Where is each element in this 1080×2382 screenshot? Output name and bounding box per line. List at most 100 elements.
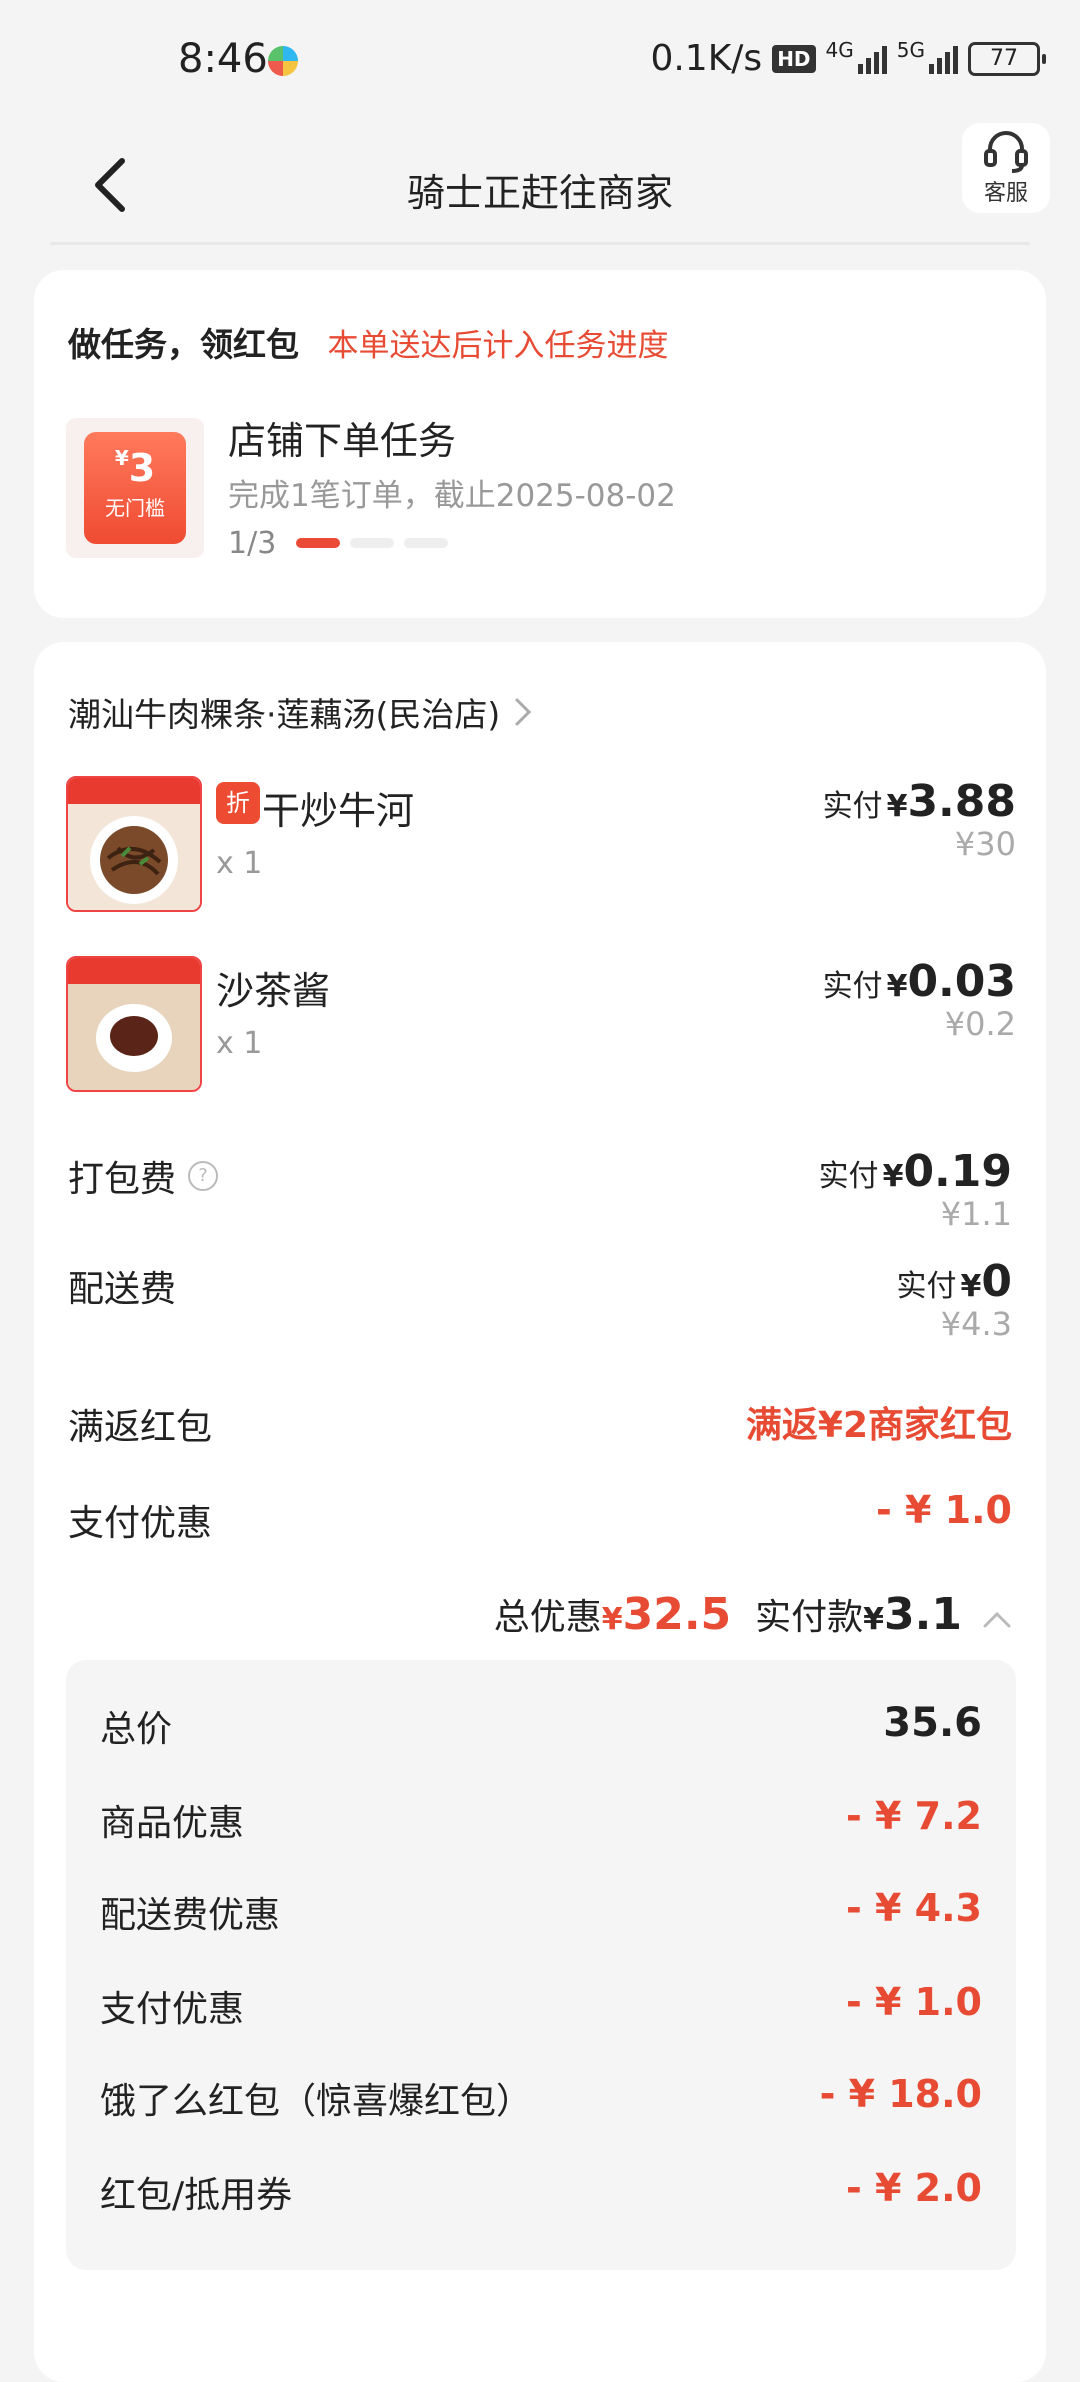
packing-fee-row: 打包费 ? [68, 1150, 219, 1202]
chevron-up-icon[interactable] [982, 1611, 1012, 1629]
paid-label: 实付 [896, 1269, 957, 1304]
shop-link[interactable]: 潮汕牛肉粿条·莲藕汤(民治店) [68, 688, 532, 736]
signal-icon-2 [929, 44, 958, 74]
item-name: 干炒牛河 [262, 789, 415, 833]
task-title: 做任务，领红包 [68, 325, 299, 364]
discount-tag: 折 [216, 782, 260, 824]
page-title: 骑士正赶往商家 [406, 171, 673, 215]
task-progress-bar [296, 538, 448, 548]
paid-amount: 0 [981, 1256, 1012, 1307]
paid-label: 实付 [822, 789, 883, 824]
item-quantity: x 1 [216, 846, 263, 881]
delivery-fee-label: 配送费 [68, 1269, 177, 1310]
task-progress-text: 1/3 [228, 526, 277, 561]
original-price: ¥0.2 [944, 1005, 1016, 1043]
packing-fee-price: 实付 ¥0.19 ¥1.1 [819, 1146, 1012, 1233]
currency-symbol: ¥ [601, 1602, 623, 1637]
total-discount-value: 32.5 [622, 1589, 732, 1640]
original-price: ¥1.1 [940, 1195, 1012, 1233]
customer-service-label: 客服 [983, 181, 1028, 206]
cashback-value: 满返¥2商家红包 [745, 1405, 1012, 1446]
item-quantity: x 1 [216, 1026, 263, 1061]
network-speed: 0.1K/s [650, 38, 763, 79]
order-card: 潮汕牛肉粿条·莲藕汤(民治店) 折 干炒牛河 x 1 实付¥3.88 ¥30 [34, 642, 1046, 2382]
battery-icon: 77 [968, 41, 1046, 76]
task-card[interactable]: 做任务，领红包 本单送达后计入任务进度 ¥3 无门槛 店铺下单任务 完成1笔订单… [34, 270, 1046, 618]
packing-fee-label: 打包费 [68, 1159, 177, 1200]
header: 骑士正赶往商家 客服 [0, 120, 1080, 250]
network-5g-label: 5G [896, 38, 925, 62]
status-bar: 8:46 0.1K/s HD 4G 5G 77 [0, 0, 1080, 120]
price-breakdown: 总价 35.6 商品优惠 - ¥ 7.2 配送费优惠 - ¥ 4.3 支付优惠 … [66, 1660, 1016, 2270]
shop-name: 潮汕牛肉粿条·莲藕汤(民治店) [68, 695, 501, 734]
chevron-right-icon [515, 698, 532, 726]
original-price: ¥30 [954, 825, 1016, 863]
paid-total-label: 实付款 [755, 1597, 864, 1638]
cashback-label: 满返红包 [68, 1407, 213, 1448]
order-summary[interactable]: 总优惠 ¥ 32.5 实付款 ¥ 3.1 [494, 1588, 1012, 1640]
help-icon[interactable]: ? [188, 1161, 219, 1191]
paid-label: 实付 [822, 969, 883, 1004]
breakdown-value: - ¥ 18.0 [819, 2072, 982, 2116]
paid-amount: 0.03 [907, 956, 1016, 1007]
item-image [66, 776, 202, 912]
currency-symbol: ¥ [886, 789, 908, 824]
paid-label: 实付 [818, 1159, 879, 1194]
pay-discount-label: 支付优惠 [68, 1503, 213, 1544]
item-image [66, 956, 202, 1092]
task-description: 完成1笔订单，截止2025-08-02 [228, 478, 676, 514]
breakdown-row: 总价 35.6 [100, 1700, 982, 1760]
paid-amount: 3.88 [907, 776, 1016, 827]
status-indicators: 0.1K/s HD 4G 5G 77 [650, 38, 1046, 79]
network-4g-label: 4G [825, 38, 854, 62]
coupon-badge: ¥3 无门槛 [66, 418, 204, 558]
progress-segment [296, 538, 340, 548]
progress-segment [404, 538, 448, 548]
item-price: 实付 ¥3.88 ¥30 [823, 776, 1016, 863]
currency-symbol: ¥ [886, 969, 908, 1004]
app-notification-icon [268, 46, 298, 76]
original-price: ¥4.3 [940, 1305, 1012, 1343]
coupon-currency: ¥ [114, 446, 129, 470]
breakdown-row: 商品优惠 - ¥ 7.2 [100, 1794, 982, 1854]
breakdown-label: 支付优惠 [100, 1989, 245, 2030]
breakdown-value: 35.6 [883, 1700, 982, 1746]
status-time: 8:46 [178, 36, 268, 82]
task-name: 店铺下单任务 [228, 419, 457, 463]
currency-symbol: ¥ [960, 1269, 982, 1304]
breakdown-label: 总价 [100, 1709, 173, 1750]
coupon-amount: 3 [128, 446, 156, 490]
item-price: 实付 ¥0.03 ¥0.2 [823, 956, 1016, 1043]
breakdown-row: 支付优惠 - ¥ 1.0 [100, 1980, 982, 2040]
progress-segment [350, 538, 394, 548]
pay-discount-value: - ¥ 1.0 [876, 1488, 1012, 1532]
breakdown-row: 配送费优惠 - ¥ 4.3 [100, 1886, 982, 1946]
headset-icon [984, 131, 1028, 173]
divider [50, 242, 1030, 245]
coupon-icon: ¥3 无门槛 [84, 432, 186, 544]
breakdown-label: 商品优惠 [100, 1803, 245, 1844]
currency-symbol: ¥ [863, 1602, 885, 1637]
order-item[interactable]: 沙茶酱 x 1 实付 ¥0.03 ¥0.2 [66, 956, 1016, 1096]
item-name: 沙茶酱 [216, 969, 331, 1013]
delivery-fee-price: 实付 ¥0 ¥4.3 [897, 1256, 1013, 1343]
breakdown-label: 饿了么红包（惊喜爆红包） [100, 2081, 533, 2122]
breakdown-label: 红包/抵用券 [100, 2175, 293, 2216]
breakdown-row: 饿了么红包（惊喜爆红包） - ¥ 18.0 [100, 2072, 982, 2132]
breakdown-value: - ¥ 4.3 [846, 1886, 982, 1930]
breakdown-label: 配送费优惠 [100, 1895, 281, 1936]
breakdown-value: - ¥ 7.2 [846, 1794, 982, 1838]
paid-amount: 0.19 [903, 1146, 1012, 1197]
breakdown-value: - ¥ 2.0 [846, 2166, 982, 2210]
paid-total-value: 3.1 [884, 1589, 962, 1640]
breakdown-row: 红包/抵用券 - ¥ 2.0 [100, 2166, 982, 2226]
customer-service-button[interactable]: 客服 [962, 123, 1050, 213]
total-discount-label: 总优惠 [493, 1597, 602, 1638]
signal-icon [857, 44, 887, 74]
currency-symbol: ¥ [882, 1159, 904, 1194]
hd-icon: HD [772, 44, 816, 73]
task-header: 做任务，领红包 本单送达后计入任务进度 [68, 318, 669, 366]
task-note: 本单送达后计入任务进度 [327, 328, 669, 364]
order-item[interactable]: 折 干炒牛河 x 1 实付 ¥3.88 ¥30 [66, 776, 1016, 916]
breakdown-value: - ¥ 1.0 [846, 1980, 982, 2024]
